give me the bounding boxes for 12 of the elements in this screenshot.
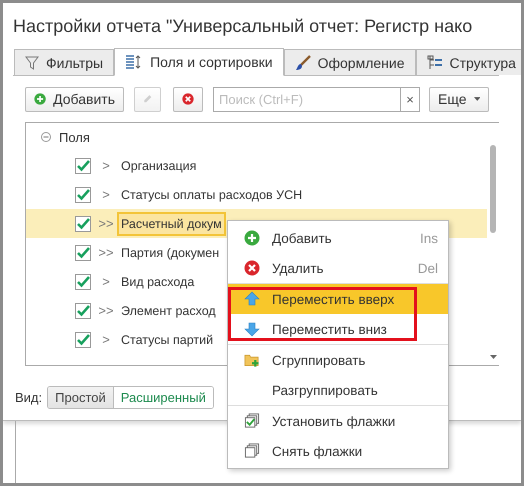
field-name: Статусы оплаты расходов УСН (120, 186, 304, 204)
field-name: Статусы партий (120, 332, 214, 349)
tree-root-label: Поля (59, 130, 90, 144)
field-name: Партия (докумен (120, 244, 220, 262)
shortcut-hint: Ins (420, 230, 438, 246)
field-name: Вид расхода (120, 274, 196, 291)
view-label: Вид: (15, 390, 42, 404)
field-name: Элемент расход (120, 302, 217, 320)
field-name: Расчетный докум (117, 212, 226, 236)
field-name: Организация (120, 158, 198, 175)
window-title: Настройки отчета "Универсальный отчет: Регистр нако (13, 15, 474, 38)
shortcut-hint: Del (418, 260, 438, 276)
